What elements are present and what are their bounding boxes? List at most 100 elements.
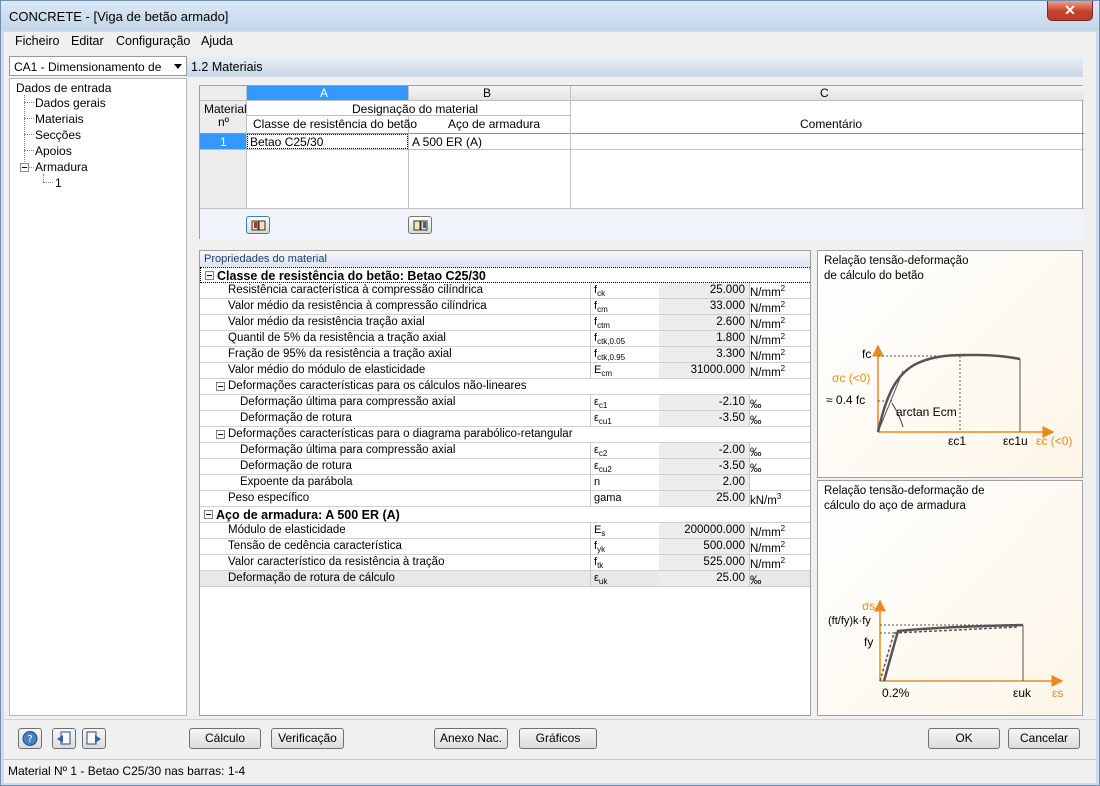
tree-item-sections[interactable]: Secções bbox=[35, 128, 81, 142]
unit-main: ‰ bbox=[750, 414, 762, 427]
close-button[interactable]: ✕ bbox=[1047, 1, 1093, 21]
col-letter-b[interactable]: B bbox=[483, 86, 491, 100]
tree-item-supports[interactable]: Apoios bbox=[35, 144, 72, 158]
symbol-sub: ck bbox=[597, 289, 606, 299]
property-unit: ‰ bbox=[750, 572, 762, 587]
material-properties-panel: Propriedades do material Classe de resis… bbox=[199, 250, 811, 716]
header-comment: Comentário bbox=[800, 117, 863, 131]
tree-item-materials[interactable]: Materiais bbox=[35, 112, 84, 126]
property-unit: N/mm2 bbox=[750, 364, 785, 379]
diagram1-ec1-label: εc1 bbox=[948, 434, 967, 448]
tree-item-reinforcement[interactable]: Armadura bbox=[35, 160, 88, 174]
col-letter-c[interactable]: C bbox=[820, 86, 829, 100]
help-icon: ? bbox=[22, 731, 38, 746]
property-symbol: εc1 bbox=[594, 396, 607, 410]
steel-library-button[interactable] bbox=[408, 216, 432, 234]
unit-sup: 2 bbox=[780, 284, 786, 293]
property-value: 25.00 bbox=[659, 571, 749, 586]
header-concrete-class: Classe de resistência do betão bbox=[253, 117, 418, 131]
property-symbol: εcu2 bbox=[594, 460, 612, 474]
property-unit: N/mm2 bbox=[750, 284, 785, 299]
property-row: Valor característico da resistência à tr… bbox=[200, 555, 810, 571]
unit-sup: 2 bbox=[780, 540, 786, 549]
property-name: Deformação de rotura de cálculo bbox=[228, 572, 395, 584]
unit-sup: 2 bbox=[780, 332, 786, 341]
property-unit: N/mm2 bbox=[750, 332, 785, 347]
property-name: Valor médio do módulo de elasticidade bbox=[228, 364, 426, 376]
bottom-toolbar: ? Cálculo Verificação Anexo Nac. ... Grá… bbox=[4, 719, 1096, 764]
collapse-icon[interactable] bbox=[216, 382, 225, 391]
menu-bar: Ficheiro Editar Configuração Ajuda bbox=[4, 32, 1096, 52]
graphics-button[interactable]: Gráficos bbox=[519, 728, 597, 749]
menu-file[interactable]: Ficheiro bbox=[15, 34, 59, 48]
property-symbol: gama bbox=[594, 492, 622, 506]
property-unit: ‰ bbox=[750, 460, 762, 475]
property-name: Tensão de cedência característica bbox=[228, 540, 402, 552]
symbol-sub: c2 bbox=[598, 449, 608, 459]
tree-item-general[interactable]: Dados gerais bbox=[35, 96, 106, 110]
property-value: 2.00 bbox=[659, 475, 749, 490]
row-header-number: nº bbox=[218, 115, 230, 129]
diagram1-ecu-label: εc1u bbox=[1003, 434, 1028, 448]
property-unit: N/mm2 bbox=[750, 300, 785, 315]
symbol-sub: cm bbox=[601, 369, 613, 379]
cancel-button[interactable]: Cancelar bbox=[1008, 728, 1080, 749]
national-annex-button[interactable]: Anexo Nac. ... bbox=[434, 728, 508, 764]
menu-help[interactable]: Ajuda bbox=[201, 34, 233, 48]
symbol-sub: tk bbox=[597, 561, 604, 571]
property-name: Valor característico da resistência à tr… bbox=[228, 556, 445, 568]
cell-steel[interactable]: A 500 ER (A) bbox=[412, 135, 482, 149]
property-symbol: ftk bbox=[594, 556, 603, 570]
calculation-button[interactable]: Cálculo bbox=[189, 728, 261, 749]
collapse-icon[interactable] bbox=[205, 271, 214, 280]
property-value: -3.50 bbox=[659, 411, 749, 426]
col-letter-a[interactable]: A bbox=[320, 86, 328, 100]
collapse-icon[interactable] bbox=[216, 430, 225, 439]
ok-button[interactable]: OK bbox=[928, 728, 1000, 749]
property-value: -2.00 bbox=[659, 443, 749, 458]
property-name: Deformação última para compressão axial bbox=[240, 396, 456, 408]
table-row-number: 1 bbox=[220, 135, 227, 149]
status-bar: Material Nº 1 - Betao C25/30 nas barras:… bbox=[4, 759, 1096, 783]
verification-button[interactable]: Verificação bbox=[271, 728, 344, 749]
property-row: Resistência característica à compressão … bbox=[200, 283, 810, 299]
svg-text:?: ? bbox=[27, 734, 32, 745]
property-row: Deformação última para compressão axial ε… bbox=[200, 395, 810, 411]
next-button[interactable] bbox=[82, 728, 106, 749]
steel-stress-strain-plot bbox=[874, 599, 1064, 687]
property-group: Deformações características para o diagr… bbox=[200, 427, 810, 443]
diagram2-euk-label: εuk bbox=[1013, 686, 1032, 700]
cell-concrete[interactable]: Betao C25/30 bbox=[250, 135, 323, 149]
property-value: 1.800 bbox=[659, 331, 749, 346]
case-combo[interactable]: CA1 - Dimensionamento de betão bbox=[9, 56, 187, 76]
property-row: Tensão de cedência característica fyk 500.… bbox=[200, 539, 810, 555]
menu-settings[interactable]: Configuração bbox=[116, 34, 190, 48]
property-value: 2.600 bbox=[659, 315, 749, 330]
tree-root[interactable]: Dados de entrada bbox=[16, 81, 111, 95]
property-name: Quantil de 5% da resistência a tração ax… bbox=[228, 332, 446, 344]
tree-item-reinforcement-1[interactable]: 1 bbox=[55, 176, 62, 190]
tree-collapse-icon[interactable] bbox=[20, 163, 29, 172]
property-symbol: n bbox=[594, 476, 600, 490]
property-value: 3.300 bbox=[659, 347, 749, 362]
property-row: Fração de 95% da resistência a tração ax… bbox=[200, 347, 810, 363]
group-label: Classe de resistência do betão: Betao C2… bbox=[217, 269, 486, 283]
title-bar: CONCRETE - [Viga de betão armado] ✕ bbox=[1, 1, 1099, 31]
unit-main: N/mm bbox=[750, 318, 781, 331]
previous-button[interactable] bbox=[52, 728, 76, 749]
property-unit: ‰ bbox=[750, 412, 762, 427]
concrete-library-button[interactable] bbox=[246, 216, 270, 234]
property-row: Valor médio do módulo de elasticidade Ecm… bbox=[200, 363, 810, 379]
menu-edit[interactable]: Editar bbox=[71, 34, 104, 48]
group-header: Designação do material bbox=[352, 102, 479, 116]
concrete-diagram: Relação tensão-deformação de cálculo do b… bbox=[817, 250, 1083, 478]
symbol-sub: cu2 bbox=[598, 465, 612, 475]
property-row: Peso específico gama 25.00 kN/m3 bbox=[200, 491, 810, 507]
help-button[interactable]: ? bbox=[18, 728, 42, 749]
property-row: Deformação de rotura εcu2 -3.50 ‰ bbox=[200, 459, 810, 475]
unit-sup: 3 bbox=[776, 492, 782, 501]
window-title: CONCRETE - [Viga de betão armado] bbox=[9, 9, 229, 24]
unit-sup: 2 bbox=[780, 348, 786, 357]
collapse-icon[interactable] bbox=[204, 510, 213, 519]
unit-main: N/mm bbox=[750, 350, 781, 363]
